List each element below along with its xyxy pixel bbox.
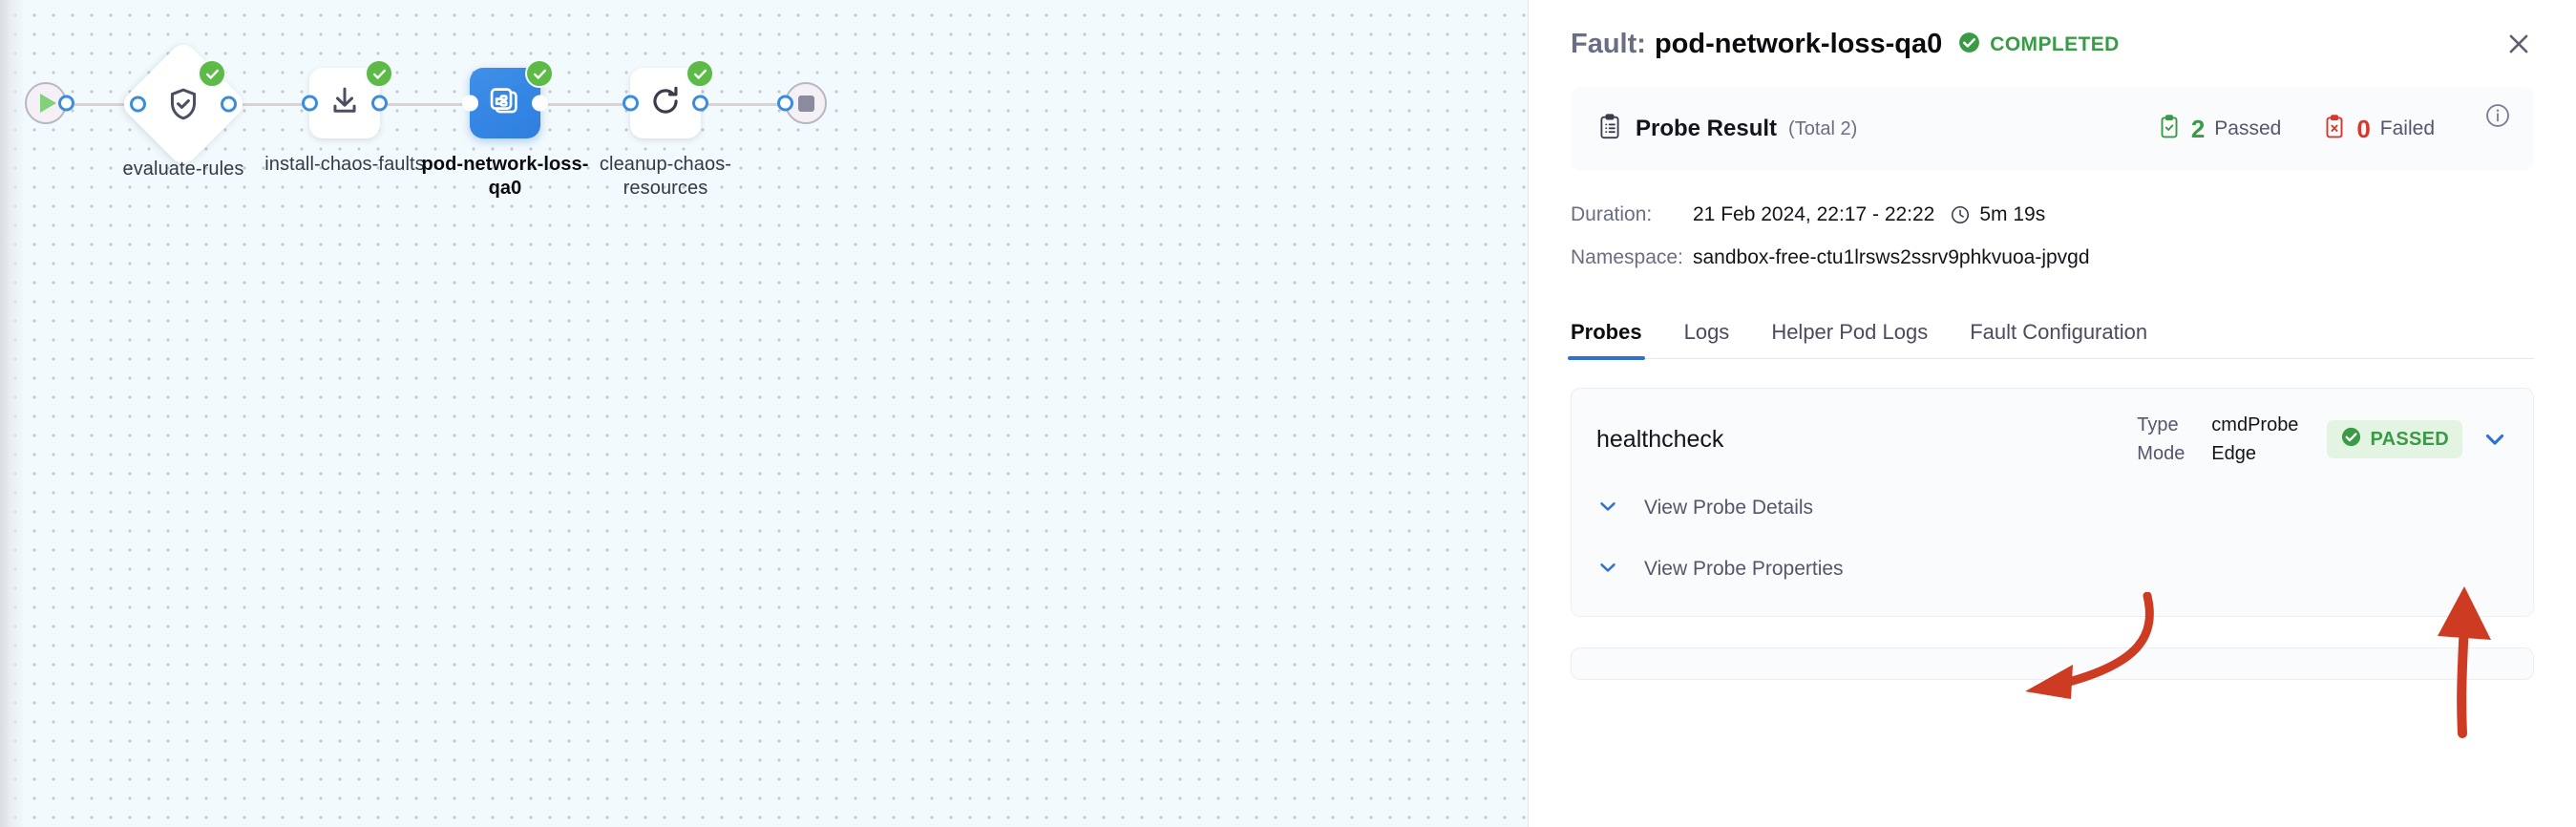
view-probe-details-row[interactable]: View Probe Details [1596,486,2508,530]
elapsed-value: 5m 19s [1979,203,2046,225]
duration-value: 21 Feb 2024, 22:17 - 22:22 [1693,203,1935,225]
view-probe-details-label: View Probe Details [1644,497,1814,519]
chevron-down-icon [2485,434,2504,445]
info-button[interactable] [2484,102,2511,134]
probe-result-summary: Probe Result (Total 2) 2 Passed 0 Failed [1571,87,2534,171]
probe-card-next-partial [1571,647,2534,680]
probe-passed-count: 2 [2190,114,2206,143]
probe-type-key: Type [2137,414,2179,435]
page-title: pod-network-loss-qa0 [1654,29,1943,59]
namespace-row: Namespace: sandbox-free-ctu1lrsws2ssrv9p… [1571,241,2534,275]
node-label: evaluate-rules [122,159,244,180]
panel-tabs: Probes Logs Helper Pod Logs Fault Config… [1568,306,2534,360]
status-success-badge [686,59,714,88]
info-icon [2486,104,2509,127]
probe-failed-count: 0 [2356,114,2371,143]
clipboard-check-icon [2158,114,2181,145]
pipeline-node-evaluate-rules[interactable]: evaluate-rules [118,39,248,180]
chaos-fault-icon [487,83,523,124]
node-label: cleanup-chaos-resources [599,154,732,199]
pipeline-canvas[interactable]: evaluate-rules install-chaos-faults pod-… [0,0,1528,827]
pipeline-node-cleanup-chaos-resources[interactable]: cleanup-chaos-resources [600,59,731,199]
tab-logs[interactable]: Logs [1684,320,1730,358]
node-label: install-chaos-faults [264,154,425,175]
fault-metadata: Duration: 21 Feb 2024, 22:17 - 22:22 5m … [1571,198,2534,275]
fault-detail-panel: Fault: pod-network-loss-qa0 COMPLETED Pr… [1528,0,2576,827]
probe-passed-stat: 2 Passed [2158,114,2282,145]
evaluate-input-handle[interactable] [130,95,146,113]
end-input-handle[interactable] [777,95,793,112]
probe-failed-stat: 0 Failed [2323,114,2435,145]
panel-header: Fault: pod-network-loss-qa0 COMPLETED [1571,0,2534,70]
tab-fault-configuration[interactable]: Fault Configuration [1970,320,2147,358]
status-success-badge [198,59,226,88]
pipeline-node-pod-network-loss-qa0[interactable]: pod-network-loss-qa0 [421,59,588,199]
start-output-handle[interactable] [58,95,74,112]
close-button[interactable] [2500,25,2538,63]
pipeline-end-node[interactable] [777,82,827,124]
pipeline-start-node[interactable] [25,82,74,124]
status-success-badge [365,59,393,88]
duration-key: Duration: [1571,203,1653,225]
refresh-icon [647,83,684,124]
fault-input-handle[interactable] [462,95,478,112]
install-output-handle[interactable] [371,95,388,112]
probe-status-badge: PASSED [2327,420,2462,458]
fault-output-handle[interactable] [532,95,548,112]
probe-result-total: (Total 2) [1788,117,1858,139]
tab-helper-pod-logs[interactable]: Helper Pod Logs [1771,320,1928,358]
elapsed-group: 5m 19s [1950,203,2045,226]
namespace-key: Namespace: [1571,246,1683,268]
play-icon [40,94,56,113]
status-badge-label: COMPLETED [1990,32,2120,55]
probe-name: healthcheck [1596,425,1724,453]
status-badge: COMPLETED [1957,31,2119,59]
probe-card-healthcheck: healthcheck Type cmdProbe Mode Edge PASS… [1571,388,2534,617]
chevron-down-icon [1596,556,1619,583]
status-success-badge [525,59,554,88]
chevron-down-icon [1596,495,1619,522]
probe-type-value: cmdProbe [2211,414,2299,435]
probe-mode-key: Mode [2137,442,2185,464]
pipeline-node-install-chaos-faults[interactable]: install-chaos-faults [264,59,425,175]
fault-prefix-label: Fault: [1571,29,1646,59]
namespace-value: sandbox-free-ctu1lrsws2ssrv9phkvuoa-jpvg… [1693,246,2090,268]
clipboard-x-icon [2323,114,2346,145]
download-icon [327,84,362,123]
probe-failed-label: Failed [2379,117,2435,139]
clipboard-icon [1597,113,1622,145]
evaluate-output-handle[interactable] [221,95,237,113]
probe-passed-label: Passed [2214,117,2282,139]
cleanup-input-handle[interactable] [623,95,639,112]
probe-mode-value: Edge [2211,442,2256,464]
probe-mode-row: Mode Edge [2137,439,2298,468]
check-circle-icon [2340,426,2362,453]
close-icon [2509,34,2528,53]
cleanup-output-handle[interactable] [692,95,708,112]
fault-detail-screen: evaluate-rules install-chaos-faults pod-… [0,0,2576,827]
node-label-selected: pod-network-loss-qa0 [421,154,589,199]
install-input-handle[interactable] [302,95,318,112]
check-circle-icon [1957,31,1981,59]
stop-icon [797,95,814,112]
view-probe-properties-label: View Probe Properties [1644,558,1844,580]
duration-row: Duration: 21 Feb 2024, 22:17 - 22:22 5m … [1571,198,2534,232]
probe-status-label: PASSED [2370,428,2449,450]
probe-type-row: Type cmdProbe [2137,411,2298,439]
tab-probes[interactable]: Probes [1568,320,1645,360]
canvas-edge-shadow [0,0,25,827]
probe-card-expand-button[interactable] [2481,426,2508,453]
clock-icon [1952,205,1970,224]
view-probe-properties-row[interactable]: View Probe Properties [1596,547,2508,591]
probe-result-title: Probe Result [1636,116,1778,141]
